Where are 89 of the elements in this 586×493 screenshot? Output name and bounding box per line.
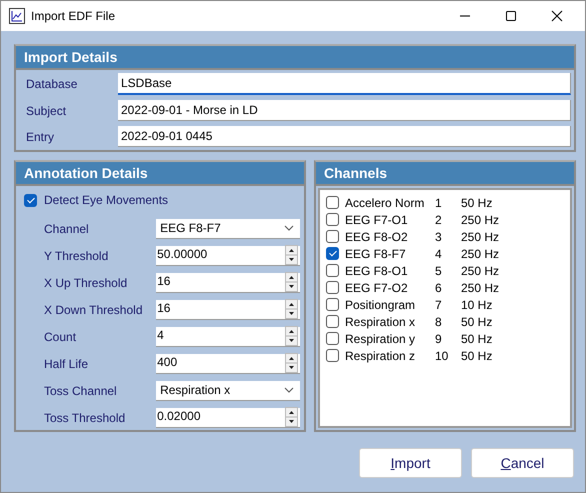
spin-value: 4 bbox=[157, 328, 164, 342]
channel-rate: 50 Hz bbox=[461, 348, 492, 362]
checkbox[interactable] bbox=[326, 349, 339, 362]
spinner-arrows-icon[interactable] bbox=[285, 326, 298, 346]
channel-name: Respiration x bbox=[345, 314, 416, 328]
channel-name: EEG F8-O1 bbox=[345, 264, 409, 278]
dropdown[interactable]: EEG F8-F7 bbox=[156, 218, 300, 238]
spin-value: 50.00000 bbox=[157, 246, 208, 260]
spin-field[interactable]: 0.02000 bbox=[156, 408, 300, 428]
field-label: Database bbox=[26, 77, 78, 91]
channel-number: 7 bbox=[435, 298, 443, 312]
channel-rate: 50 Hz bbox=[461, 314, 492, 328]
channel-rate: 250 Hz bbox=[461, 212, 500, 226]
channel-name: EEG F7-O1 bbox=[345, 212, 409, 226]
channel-number: 1 bbox=[435, 196, 443, 210]
close-icon[interactable] bbox=[551, 10, 563, 22]
channel-rate: 250 Hz bbox=[461, 264, 500, 278]
import-button[interactable]: Import bbox=[359, 448, 462, 478]
channel-number: 3 bbox=[435, 230, 443, 244]
field-label: Count bbox=[44, 330, 78, 344]
field-label: Toss Channel bbox=[44, 384, 118, 398]
channel-rate: 50 Hz bbox=[461, 196, 492, 210]
field-label: Channel bbox=[44, 222, 90, 236]
channel-name: EEG F8-O2 bbox=[345, 230, 409, 244]
field-label: Entry bbox=[26, 130, 56, 144]
spin-value: 16 bbox=[157, 300, 170, 314]
channel-rate: 250 Hz bbox=[461, 280, 500, 294]
field-label: Y Threshold bbox=[44, 248, 110, 262]
checkbox[interactable] bbox=[326, 230, 339, 243]
channel-number: 8 bbox=[435, 314, 443, 328]
checkbox[interactable] bbox=[326, 298, 339, 311]
channel-name: EEG F8-F7 bbox=[345, 246, 407, 260]
checkbox[interactable] bbox=[326, 247, 339, 260]
spin-field[interactable]: 50.00000 bbox=[156, 246, 300, 266]
text-field[interactable]: 2022-09-01 - Morse in LD bbox=[118, 100, 571, 121]
channel-name: Accelero Norm bbox=[345, 196, 426, 210]
spin-value: 400 bbox=[157, 354, 178, 368]
channel-name: Respiration y bbox=[345, 332, 416, 346]
dropdown[interactable]: Respiration x bbox=[156, 380, 300, 400]
channel-name: Positiongram bbox=[345, 298, 416, 312]
channel-number: 4 bbox=[435, 246, 443, 260]
dropdown-value: EEG F8-F7 bbox=[160, 221, 221, 235]
channel-name: EEG F7-O2 bbox=[345, 280, 409, 294]
spinner-arrows-icon[interactable] bbox=[285, 299, 298, 319]
checkbox[interactable] bbox=[326, 196, 339, 209]
spin-field[interactable]: 400 bbox=[156, 354, 300, 374]
checkbox[interactable] bbox=[326, 281, 339, 294]
maximize-icon[interactable] bbox=[505, 10, 517, 22]
chevron-down-icon bbox=[284, 225, 294, 231]
channel-number: 6 bbox=[435, 280, 443, 294]
panel-header: Import Details bbox=[16, 46, 574, 70]
spin-field[interactable]: 16 bbox=[156, 300, 300, 320]
spin-value: 0.02000 bbox=[157, 408, 200, 422]
panel-header: Channels bbox=[316, 162, 574, 186]
spin-field[interactable]: 16 bbox=[156, 272, 300, 292]
channel-number: 10 bbox=[435, 348, 450, 362]
spinner-arrows-icon[interactable] bbox=[285, 245, 298, 265]
spin-value: 16 bbox=[157, 274, 170, 288]
field-label: X Up Threshold bbox=[44, 276, 128, 290]
channel-number: 5 bbox=[435, 264, 443, 278]
checkbox[interactable] bbox=[326, 332, 339, 345]
field-label: X Down Threshold bbox=[44, 302, 144, 316]
field-label: Toss Threshold bbox=[44, 410, 126, 424]
channel-rate: 250 Hz bbox=[461, 246, 500, 260]
chart-icon bbox=[9, 8, 25, 24]
checkbox[interactable] bbox=[326, 213, 339, 226]
spinner-arrows-icon[interactable] bbox=[285, 272, 298, 292]
channel-rate: 50 Hz bbox=[461, 332, 492, 346]
channel-number: 2 bbox=[435, 212, 443, 226]
checkbox-label: Detect Eye Movements bbox=[44, 193, 168, 207]
checkbox[interactable] bbox=[326, 264, 339, 277]
checkbox[interactable] bbox=[24, 194, 37, 206]
chevron-down-icon bbox=[284, 387, 294, 393]
field-label: Half Life bbox=[44, 356, 90, 370]
channel-rate: 10 Hz bbox=[461, 298, 492, 312]
channel-rate: 250 Hz bbox=[461, 230, 500, 244]
cancel-button[interactable]: Cancel bbox=[471, 448, 574, 478]
spinner-arrows-icon[interactable] bbox=[285, 353, 298, 373]
field-label: Subject bbox=[26, 104, 68, 118]
panel-header: Annotation Details bbox=[16, 162, 304, 186]
checkbox[interactable] bbox=[326, 315, 339, 328]
text-field[interactable]: LSDBase bbox=[118, 73, 571, 95]
dropdown-value: Respiration x bbox=[160, 383, 230, 397]
spin-field[interactable]: 4 bbox=[156, 326, 300, 346]
text-field[interactable]: 2022-09-01 0445 bbox=[118, 126, 571, 147]
spinner-arrows-icon[interactable] bbox=[285, 407, 298, 427]
channel-name: Respiration z bbox=[345, 348, 416, 362]
channel-number: 9 bbox=[435, 332, 443, 346]
window-title: Import EDF File bbox=[31, 9, 116, 23]
